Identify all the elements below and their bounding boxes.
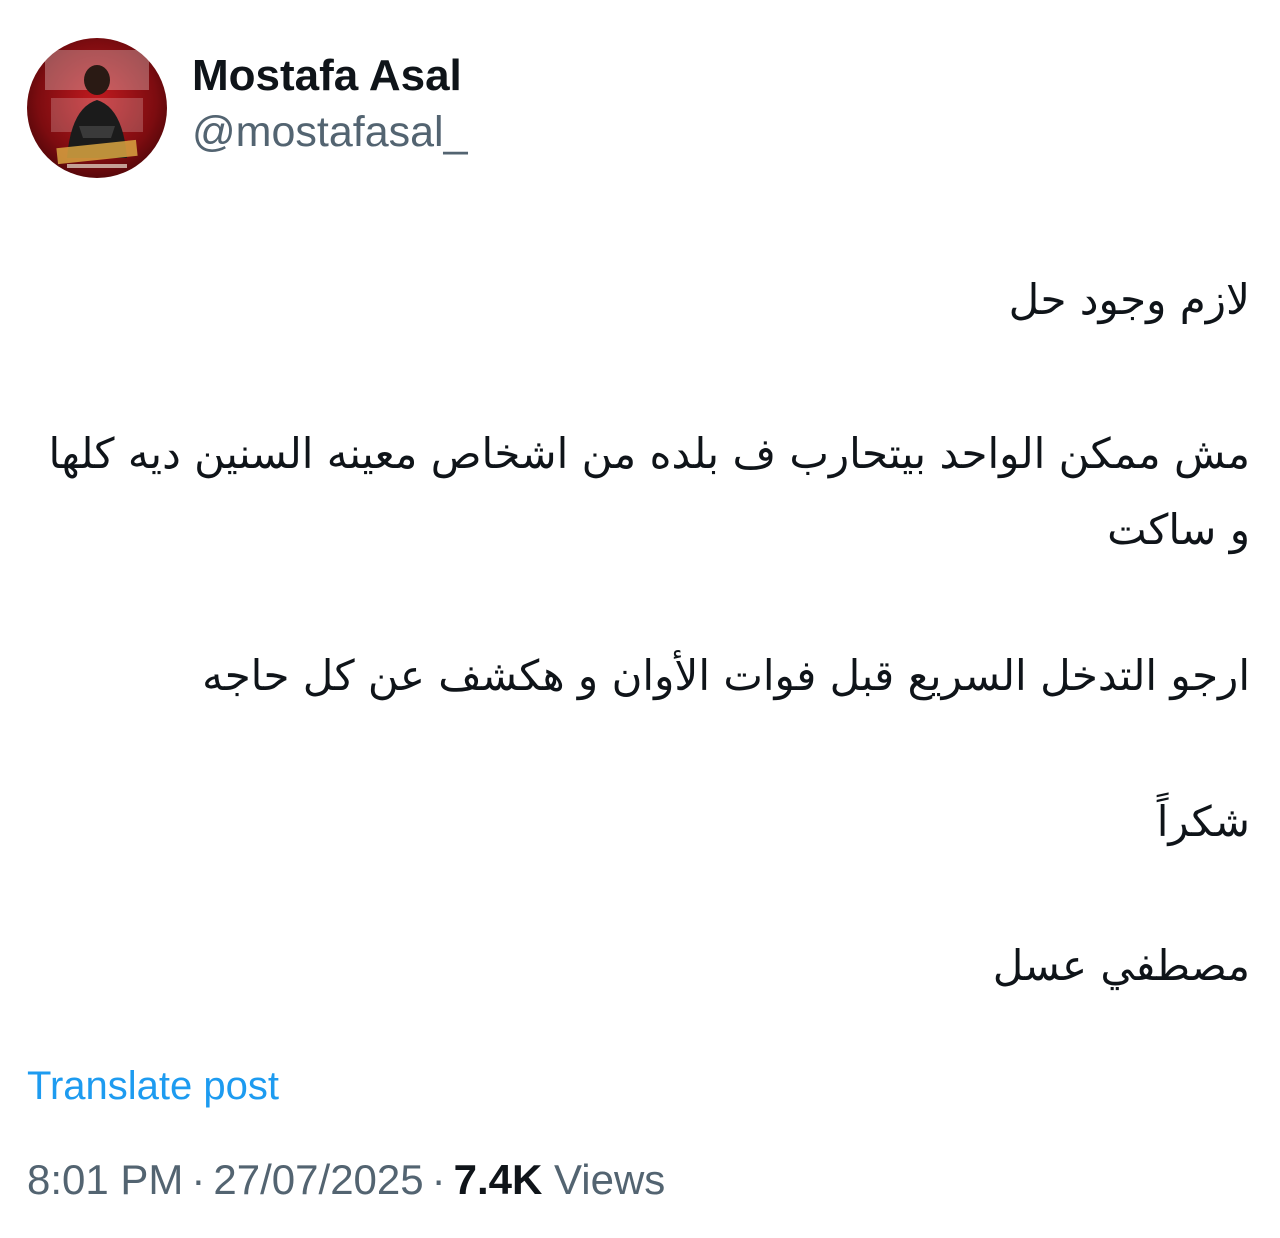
author-handle[interactable]: @mostafasal_ (192, 104, 468, 160)
post-text: لازم وجود حل مش ممكن الواحد بيتحارب ف بل… (28, 262, 1251, 1004)
views-label: Views (554, 1156, 666, 1203)
post-time[interactable]: 8:01 PM (27, 1156, 183, 1203)
meta-separator: · (191, 1156, 206, 1203)
views-count: 7.4K (453, 1156, 543, 1203)
author-display-name[interactable]: Mostafa Asal (192, 50, 468, 102)
post-paragraph: مش ممكن الواحد بيتحارب ف بلده من اشخاص م… (48, 429, 1251, 554)
post-date[interactable]: 27/07/2025 (213, 1156, 423, 1203)
meta-separator: · (431, 1156, 446, 1203)
avatar-image (27, 38, 167, 178)
post-header: Mostafa Asal @mostafasal_ (27, 38, 468, 178)
author-identity: Mostafa Asal @mostafasal_ (192, 50, 468, 160)
post-paragraph: لازم وجود حل (1008, 275, 1250, 324)
post-metadata: 8:01 PM · 27/07/2025 · 7.4K Views (27, 1154, 665, 1206)
avatar[interactable] (27, 38, 167, 178)
post-paragraph: مصطفي عسل (992, 941, 1250, 990)
post-paragraph: ارجو التدخل السريع قبل فوات الأوان و هكش… (202, 651, 1250, 700)
post-paragraph: شكراً (1156, 797, 1250, 846)
translate-post-link[interactable]: Translate post (27, 1062, 279, 1110)
